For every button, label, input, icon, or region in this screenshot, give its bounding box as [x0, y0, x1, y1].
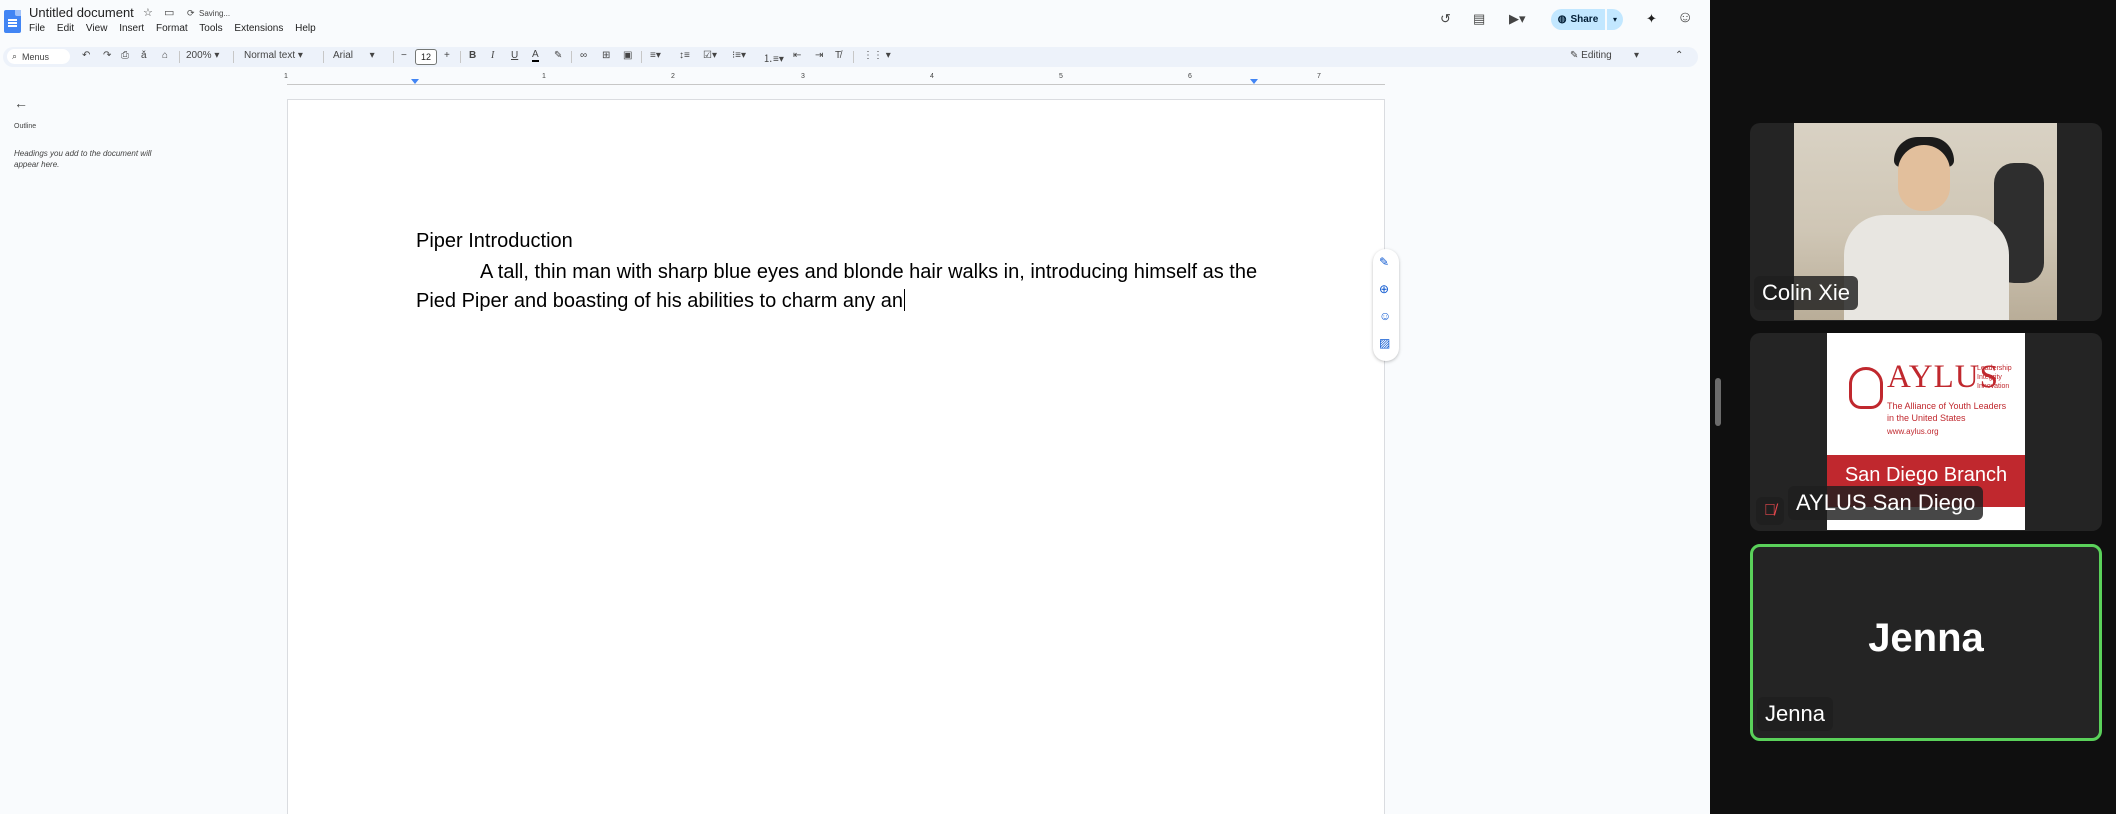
participant-name: AYLUS San Diego — [1788, 486, 1984, 520]
increase-indent-icon[interactable]: ⇥ — [815, 50, 823, 61]
help-me-write-icon[interactable]: ✎ — [1379, 255, 1389, 269]
participant-tile-jenna[interactable]: Jenna Jenna — [1750, 544, 2102, 741]
formatting-toolbar: ⌕ Menus ↶ ↷ ⎙ ǎ ⌂ 200% ▾ Normal text ▾ A… — [3, 47, 1698, 67]
torch-icon — [1849, 367, 1883, 409]
bold-icon[interactable]: B — [469, 50, 476, 61]
search-menus-input[interactable]: ⌕ Menus — [7, 49, 70, 64]
add-emoji-reaction-icon[interactable]: ☺ — [1379, 309, 1391, 323]
menu-help[interactable]: Help — [295, 23, 316, 34]
clear-formatting-icon[interactable]: T̸ — [835, 50, 841, 61]
right-indent-marker[interactable] — [1250, 79, 1258, 84]
add-comment-side-icon[interactable]: ⊕ — [1379, 282, 1389, 296]
docs-window: Untitled document ☆ ▭ ⟳ Saving... File E… — [0, 0, 1710, 814]
globe-icon: ◍ — [1557, 14, 1567, 25]
highlight-icon[interactable]: ✎ — [554, 50, 562, 61]
mic-muted-icon: 🎙̸ — [1756, 497, 1784, 525]
decrease-font-size-icon[interactable]: − — [401, 50, 407, 61]
save-status: Saving... — [199, 9, 231, 18]
left-indent-marker[interactable] — [411, 79, 419, 84]
menu-file[interactable]: File — [29, 23, 45, 34]
menu-insert[interactable]: Insert — [119, 23, 144, 34]
line-spacing-icon[interactable]: ↕≡ — [679, 50, 690, 61]
outline-hint: Headings you add to the document will ap… — [14, 149, 152, 169]
decrease-indent-icon[interactable]: ⇤ — [793, 50, 801, 61]
more-tools-icon[interactable]: ⋮⋮ ▾ — [863, 50, 891, 61]
meet-icon[interactable]: ▶▾ — [1509, 11, 1526, 27]
participant-name: Colin Xie — [1754, 276, 1859, 310]
increase-font-size-icon[interactable]: + — [444, 50, 450, 61]
menu-view[interactable]: View — [86, 23, 108, 34]
share-button[interactable]: ◍ Share — [1551, 9, 1605, 30]
menu-format[interactable]: Format — [156, 23, 188, 34]
search-icon: ⌕ — [12, 51, 18, 61]
account-avatar-icon[interactable]: ☺ — [1677, 9, 1693, 27]
paint-format-icon[interactable]: ⌂ — [162, 50, 168, 61]
document-body[interactable]: A tall, thin man with sharp blue eyes an… — [416, 258, 1268, 316]
saving-sync-icon: ⟳ — [187, 8, 195, 18]
ruler: 1 1 2 3 4 5 6 7 — [0, 73, 1698, 85]
menu-edit[interactable]: Edit — [57, 23, 74, 34]
move-folder-icon[interactable]: ▭ — [164, 6, 174, 19]
participant-initial-name: Jenna — [1868, 616, 1984, 660]
spellcheck-icon[interactable]: ǎ — [141, 50, 147, 61]
outline-label: Outline — [14, 123, 37, 130]
style-select[interactable]: Normal text ▾ — [244, 50, 303, 61]
gemini-icon[interactable]: ✦ — [1646, 11, 1657, 27]
document-page[interactable]: Piper Introduction A tall, thin man with… — [287, 99, 1385, 814]
menu-tools[interactable]: Tools — [199, 23, 222, 34]
scrollbar[interactable] — [1715, 378, 1721, 426]
undo-icon[interactable]: ↶ — [82, 50, 90, 61]
insert-link-icon[interactable]: ∞ — [580, 50, 587, 61]
share-dropdown-button[interactable]: ▾ — [1607, 9, 1623, 30]
checklist-icon[interactable]: ☑▾ — [703, 50, 717, 61]
underline-icon[interactable]: U — [511, 50, 518, 61]
document-title[interactable]: Untitled document — [29, 5, 134, 20]
print-icon[interactable]: ⎙ — [121, 50, 129, 61]
zoom-select[interactable]: 200% ▾ — [186, 50, 219, 61]
close-outline-icon[interactable]: ← — [14, 95, 28, 111]
suggest-edits-icon[interactable]: ▨ — [1379, 336, 1390, 350]
font-size-input[interactable]: 12 — [415, 49, 437, 65]
text-cursor — [903, 289, 905, 311]
participant-name: Jenna — [1757, 697, 1833, 731]
italic-icon[interactable]: I — [491, 50, 494, 61]
text-color-icon[interactable]: A — [532, 50, 539, 62]
comments-icon[interactable]: ▤ — [1473, 11, 1485, 27]
insert-image-icon[interactable]: ▣ — [623, 50, 632, 61]
bulleted-list-icon[interactable]: ⁝≡▾ — [732, 50, 746, 61]
redo-icon[interactable]: ↷ — [103, 50, 111, 61]
participant-tile-aylus[interactable]: AYLUS Leadership Integrity Innovation Th… — [1750, 333, 2102, 531]
add-comment-icon[interactable]: ⊞ — [602, 50, 610, 61]
side-action-bar: ✎ ⊕ ☺ ▨ — [1373, 249, 1399, 361]
align-icon[interactable]: ≡▾ — [650, 50, 661, 61]
star-icon[interactable]: ☆ — [143, 6, 153, 19]
menu-bar: File Edit View Insert Format Tools Exten… — [29, 23, 325, 34]
document-heading[interactable]: Piper Introduction — [416, 230, 573, 253]
collapse-menus-icon[interactable]: ⌃ — [1675, 50, 1683, 61]
docs-logo-icon[interactable] — [4, 10, 21, 33]
numbered-list-icon[interactable]: ⒈≡▾ — [763, 50, 784, 65]
menu-extensions[interactable]: Extensions — [234, 23, 283, 34]
version-history-icon[interactable]: ↺ — [1440, 11, 1451, 27]
font-select[interactable]: Arial ▾ — [333, 50, 375, 61]
participant-tile-colin[interactable]: Colin Xie — [1750, 123, 2102, 321]
editing-mode-select[interactable]: ✎ Editing ▾ — [1570, 50, 1639, 61]
